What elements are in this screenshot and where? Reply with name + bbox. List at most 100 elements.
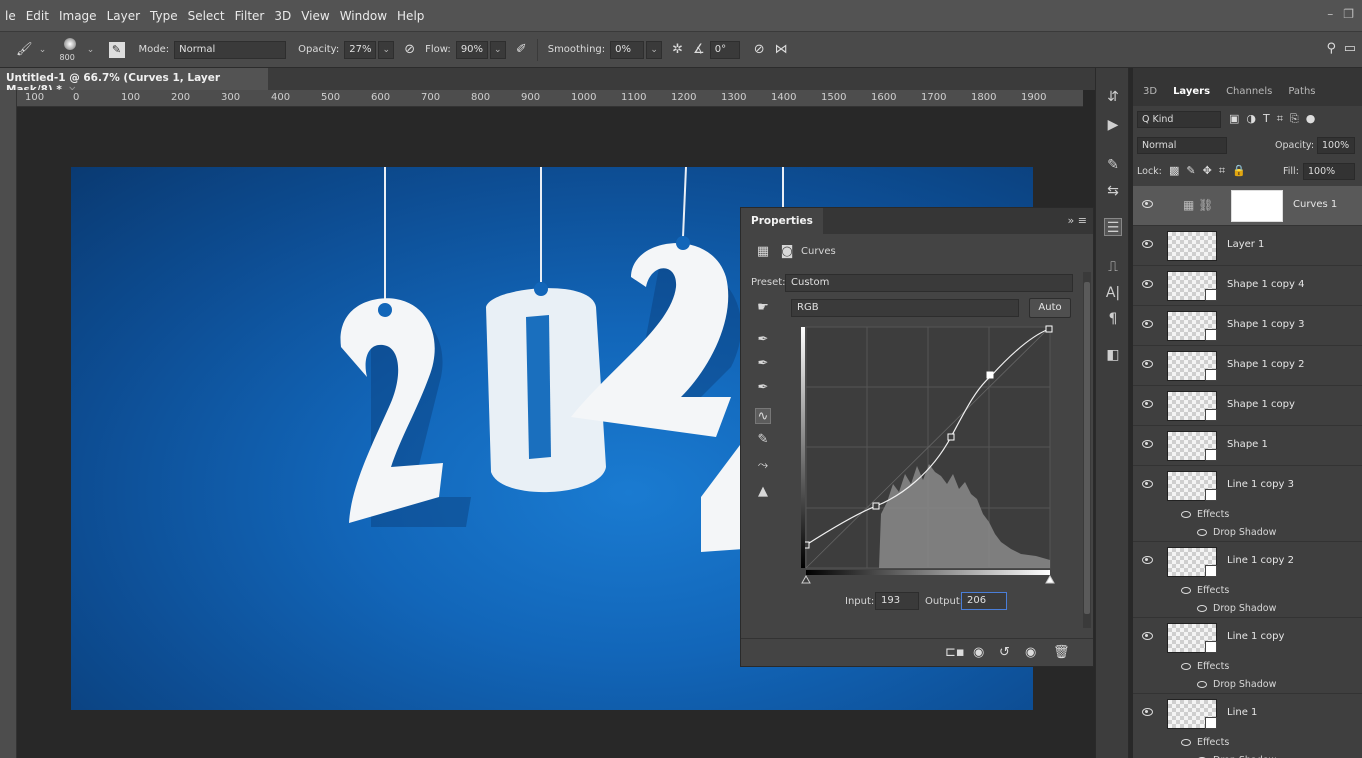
opacity-dropdown[interactable]: ⌄: [378, 40, 395, 59]
eye-icon[interactable]: [1181, 739, 1191, 746]
workspace-icon[interactable]: ▭: [1344, 41, 1356, 56]
menu-layer[interactable]: Layer: [102, 9, 145, 23]
layer-row[interactable]: Shape 1 copy 3: [1133, 306, 1362, 346]
clipping-warning-icon[interactable]: ▲: [755, 484, 771, 500]
tab-channels[interactable]: Channels: [1218, 86, 1280, 106]
curves-graph[interactable]: [801, 324, 1059, 584]
properties-title[interactable]: Properties: [741, 208, 823, 234]
effects-row[interactable]: Effects: [1133, 506, 1362, 524]
properties-icon[interactable]: ☰: [1104, 218, 1122, 236]
drop-shadow-row[interactable]: Drop Shadow: [1133, 752, 1362, 758]
tab-3d[interactable]: 3D: [1135, 86, 1165, 106]
kind-filter-select[interactable]: Q Kind: [1137, 111, 1221, 128]
eye-icon[interactable]: [1197, 605, 1207, 612]
eye-icon[interactable]: [1142, 480, 1153, 488]
menu-type[interactable]: Type: [145, 9, 183, 23]
curve-point[interactable]: [872, 502, 880, 510]
layer-row[interactable]: Line 1 copy 3: [1133, 466, 1362, 506]
clip-to-layer-icon[interactable]: ⊏▪: [945, 645, 965, 660]
eye-icon[interactable]: [1181, 587, 1191, 594]
auto-button[interactable]: Auto: [1029, 298, 1071, 318]
curve-point[interactable]: [947, 433, 955, 441]
white-point-eyedropper-icon[interactable]: ✒: [755, 380, 771, 396]
layer-mask-thumbnail[interactable]: [1231, 190, 1283, 222]
adjustments-icon[interactable]: ⇆: [1104, 182, 1122, 200]
scrollbar-thumb[interactable]: [1084, 282, 1090, 614]
eye-icon[interactable]: [1142, 708, 1153, 716]
eye-icon[interactable]: [1142, 320, 1153, 328]
mode-select[interactable]: Normal: [174, 40, 287, 59]
eye-icon[interactable]: [1142, 200, 1153, 208]
menu-3d[interactable]: 3D: [269, 9, 296, 23]
menu-filter[interactable]: Filter: [230, 9, 270, 23]
pencil-icon[interactable]: ✎: [755, 432, 771, 448]
symmetry-icon[interactable]: ⋈: [775, 42, 788, 57]
eye-icon[interactable]: [1142, 240, 1153, 248]
eye-icon[interactable]: [1142, 360, 1153, 368]
target-adjust-icon[interactable]: ☛: [755, 300, 771, 316]
swatches-icon[interactable]: ◧: [1104, 346, 1122, 364]
opacity-field[interactable]: 27%: [344, 40, 377, 59]
menu-view[interactable]: View: [296, 9, 334, 23]
eye-icon[interactable]: [1142, 280, 1153, 288]
panel-menu-icon[interactable]: » ≡: [1068, 214, 1087, 227]
effects-row[interactable]: Effects: [1133, 734, 1362, 752]
layer-row[interactable]: ▦ ⛓ Curves 1: [1133, 186, 1362, 226]
effects-row[interactable]: Effects: [1133, 658, 1362, 676]
smooth-curve-icon[interactable]: ⤳: [755, 458, 771, 474]
menu-window[interactable]: Window: [335, 9, 392, 23]
layer-row[interactable]: Line 1 copy 2: [1133, 542, 1362, 582]
filter-icons[interactable]: ▣◑T⌗⎘●: [1229, 112, 1322, 126]
white-point-slider[interactable]: [1045, 574, 1055, 584]
effects-row[interactable]: Effects: [1133, 582, 1362, 600]
fill-field[interactable]: 100%: [1303, 163, 1355, 180]
drop-shadow-row[interactable]: Drop Shadow: [1133, 600, 1362, 618]
eye-icon[interactable]: ◉: [1025, 645, 1036, 660]
menu-file[interactable]: le: [0, 9, 21, 23]
brush-size-picker[interactable]: 800: [59, 35, 81, 65]
channel-select[interactable]: RGB: [791, 299, 1019, 317]
pressure-size-icon[interactable]: ⊘: [754, 42, 765, 57]
smoothing-field[interactable]: 0%: [610, 40, 645, 59]
preset-select[interactable]: Custom: [785, 274, 1073, 292]
layer-mask-icon[interactable]: ◙: [779, 244, 795, 260]
layer-row[interactable]: Line 1 copy: [1133, 618, 1362, 658]
black-point-eyedropper-icon[interactable]: ✒: [755, 332, 771, 348]
restore-icon[interactable]: ❐: [1343, 7, 1354, 21]
tool-preset-dropdown[interactable]: ⌄: [35, 41, 51, 59]
black-point-slider[interactable]: [801, 574, 811, 584]
layer-opacity-field[interactable]: 100%: [1317, 137, 1355, 154]
brush-dropdown[interactable]: ⌄: [83, 41, 99, 59]
tab-paths[interactable]: Paths: [1280, 86, 1323, 106]
eye-icon[interactable]: [1197, 529, 1207, 536]
minimize-icon[interactable]: –: [1327, 7, 1333, 21]
gray-point-eyedropper-icon[interactable]: ✒: [755, 356, 771, 372]
blend-mode-select[interactable]: Normal: [1137, 137, 1227, 154]
brush-settings-panel-icon[interactable]: ✎: [1104, 156, 1122, 174]
menu-help[interactable]: Help: [392, 9, 429, 23]
eye-icon[interactable]: [1142, 400, 1153, 408]
eye-icon[interactable]: [1142, 440, 1153, 448]
layer-row[interactable]: Shape 1 copy 2: [1133, 346, 1362, 386]
curves-adjustment-icon[interactable]: ▦: [755, 244, 771, 260]
layer-row[interactable]: Shape 1: [1133, 426, 1362, 466]
search-icon[interactable]: ⚲: [1326, 41, 1336, 56]
layer-row[interactable]: Shape 1 copy: [1133, 386, 1362, 426]
properties-scrollbar[interactable]: [1083, 272, 1091, 628]
eye-icon[interactable]: [1181, 511, 1191, 518]
brush-icon[interactable]: 🖌: [16, 42, 33, 57]
lock-icons[interactable]: ▩✎✥⌗🔒: [1169, 164, 1253, 178]
drop-shadow-row[interactable]: Drop Shadow: [1133, 524, 1362, 542]
tab-layers[interactable]: Layers: [1165, 86, 1218, 106]
menu-image[interactable]: Image: [54, 9, 102, 23]
drop-shadow-row[interactable]: Drop Shadow: [1133, 676, 1362, 694]
paragraph-icon[interactable]: ¶: [1104, 310, 1122, 328]
airbrush-icon[interactable]: ✐: [516, 42, 527, 57]
gear-icon[interactable]: ✲: [672, 42, 683, 57]
output-field[interactable]: 206: [961, 592, 1007, 610]
curve-point[interactable]: [1045, 325, 1053, 333]
layer-row[interactable]: Shape 1 copy 4: [1133, 266, 1362, 306]
history-icon[interactable]: ⇵: [1104, 88, 1122, 106]
layer-row[interactable]: Layer 1: [1133, 226, 1362, 266]
angle-field[interactable]: 0°: [709, 40, 740, 59]
